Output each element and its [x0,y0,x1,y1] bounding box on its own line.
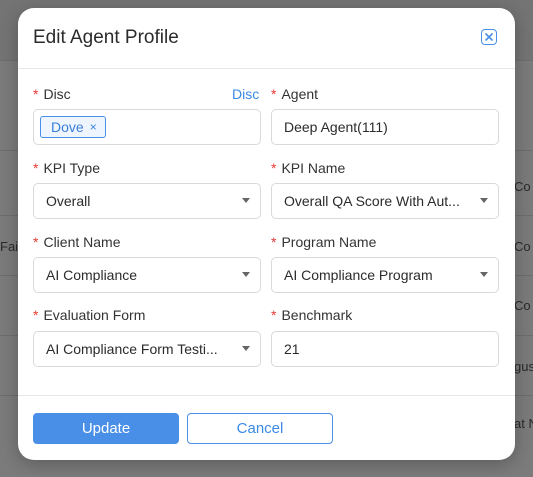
update-button[interactable]: Update [33,413,179,444]
chevron-down-icon [242,198,250,203]
disc-tag-label: Dove [51,119,84,135]
evaluation-form-label: * Evaluation Form [33,307,145,323]
agent-label: * Agent [271,86,318,102]
disc-link[interactable]: Disc [232,86,259,102]
required-marker: * [271,160,277,176]
kpi-name-value: Overall QA Score With Aut... [284,193,460,209]
kpi-name-label-text: KPI Name [281,160,346,176]
close-button[interactable] [481,29,497,45]
program-name-label: * Program Name [271,234,376,250]
background-cell-text: Co [514,239,531,254]
kpi-name-select[interactable]: Overall QA Score With Aut... [271,183,499,219]
client-name-label: * Client Name [33,234,120,250]
program-name-select[interactable]: AI Compliance Program [271,257,499,293]
chevron-down-icon [480,198,488,203]
kpi-name-label: * KPI Name [271,160,345,176]
disc-tag: Dove × [40,116,106,138]
required-marker: * [33,234,39,250]
required-marker: * [271,307,277,323]
modal-header: Edit Agent Profile [18,8,515,69]
kpi-type-label-text: KPI Type [43,160,101,176]
program-name-value: AI Compliance Program [284,267,433,283]
tag-remove-icon[interactable]: × [90,121,97,133]
kpi-type-value: Overall [46,193,91,209]
required-marker: * [33,307,39,323]
disc-label-text: Disc [43,86,71,102]
required-marker: * [271,86,277,102]
modal-footer: Update Cancel [18,395,515,460]
chevron-down-icon [242,346,250,351]
background-cell-text: Fai [0,239,19,254]
required-marker: * [271,234,277,250]
disc-multiselect[interactable]: Dove × [33,109,261,145]
required-marker: * [33,86,39,102]
benchmark-label-text: Benchmark [281,307,353,323]
close-icon [485,33,493,41]
kpi-type-select[interactable]: Overall [33,183,261,219]
benchmark-input[interactable]: 21 [271,331,499,367]
edit-agent-profile-modal: Edit Agent Profile * Disc Disc Dove × * Ag… [18,8,515,460]
chevron-down-icon [480,272,488,277]
modal-title: Edit Agent Profile [33,27,179,48]
client-name-select[interactable]: AI Compliance [33,257,261,293]
client-name-label-text: Client Name [43,234,121,250]
evaluation-form-select[interactable]: AI Compliance Form Testi... [33,331,261,367]
required-marker: * [33,160,39,176]
cancel-button[interactable]: Cancel [187,413,333,444]
evaluation-form-value: AI Compliance Form Testi... [46,341,218,357]
agent-value: Deep Agent(111) [284,119,388,135]
benchmark-label: * Benchmark [271,307,352,323]
background-cell-text: Co [514,298,531,313]
agent-label-text: Agent [281,86,319,102]
benchmark-value: 21 [284,341,300,357]
background-cell-text: Co [514,179,531,194]
disc-label: * Disc [33,86,71,102]
client-name-value: AI Compliance [46,267,138,283]
evaluation-form-label-text: Evaluation Form [43,307,146,323]
agent-input[interactable]: Deep Agent(111) [271,109,499,145]
chevron-down-icon [242,272,250,277]
program-name-label-text: Program Name [281,234,377,250]
background-cell-text: at N [514,416,533,431]
background-cell-text: gus [514,359,533,374]
kpi-type-label: * KPI Type [33,160,100,176]
